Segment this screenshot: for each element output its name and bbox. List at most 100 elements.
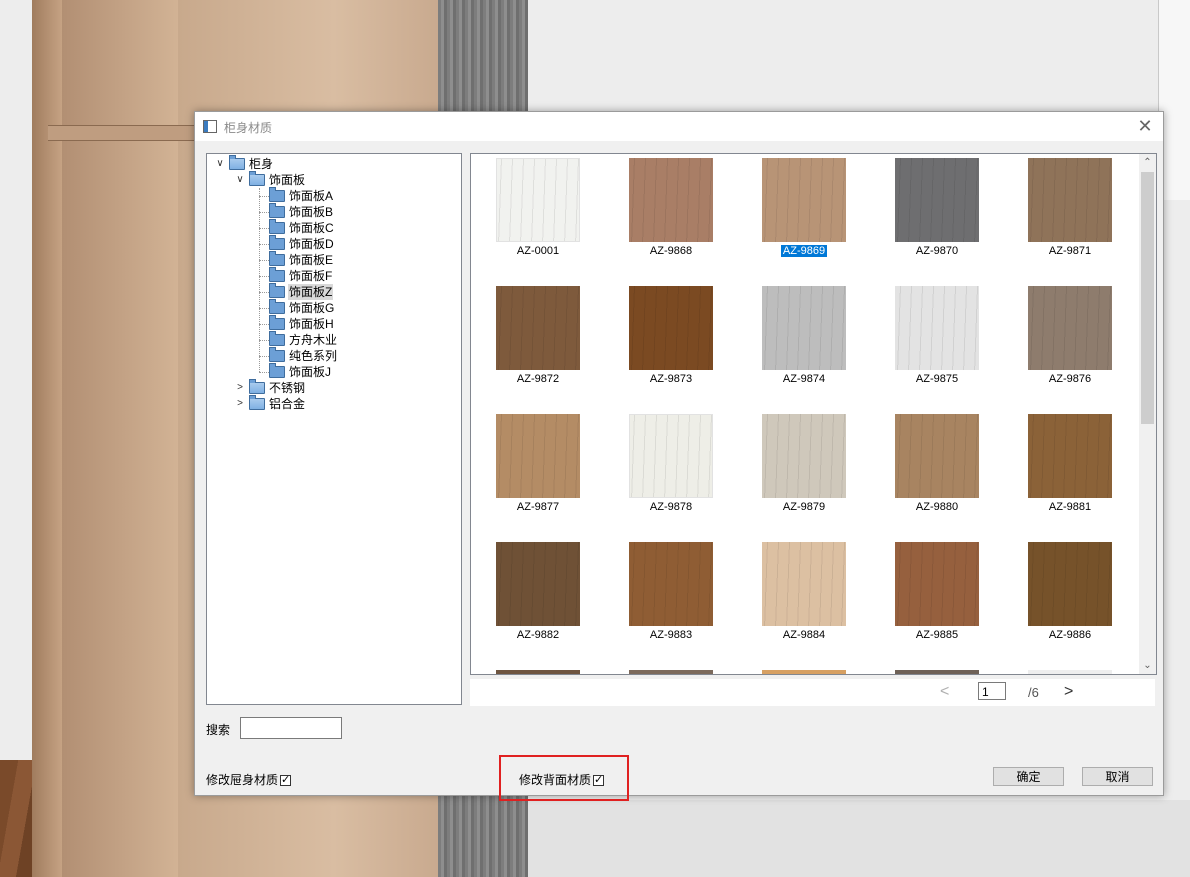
material-swatch[interactable] — [629, 542, 713, 626]
material-tile[interactable]: AZ-9870 — [877, 154, 997, 272]
material-swatch[interactable] — [762, 414, 846, 498]
collapse-toggle-icon[interactable]: > — [235, 380, 245, 396]
tree-node-label: 柜身 — [249, 157, 274, 171]
material-code-label: AZ-9879 — [744, 501, 864, 513]
material-swatch[interactable] — [895, 542, 979, 626]
material-tile[interactable]: AZ-9873 — [611, 282, 731, 400]
tree-node-child-5[interactable]: 饰面板F — [207, 267, 459, 284]
tree-node-label: 饰面板A — [289, 189, 334, 203]
material-tile[interactable]: AZ-9875 — [877, 282, 997, 400]
material-tile[interactable]: AZ-9868 — [611, 154, 731, 272]
material-code-label: AZ-0001 — [478, 245, 598, 257]
material-tile[interactable]: AZ-9869 — [744, 154, 864, 272]
material-tile[interactable]: AZ-9884 — [744, 538, 864, 656]
material-code-label: AZ-9870 — [877, 245, 997, 257]
grid-scrollbar[interactable]: ⌃ ⌄ — [1139, 154, 1156, 674]
material-tile[interactable]: AZ-9878 — [611, 410, 731, 528]
material-code-label: AZ-9873 — [611, 373, 731, 385]
tree-node-child-9[interactable]: 方舟木业 — [207, 331, 459, 348]
material-tile[interactable]: AZ-9874 — [744, 282, 864, 400]
material-swatch[interactable] — [629, 286, 713, 370]
material-swatch[interactable] — [895, 414, 979, 498]
material-swatch[interactable] — [895, 286, 979, 370]
material-swatch[interactable] — [762, 542, 846, 626]
tree-node-root[interactable]: ∨ 柜身 — [207, 155, 459, 172]
search-input[interactable] — [240, 717, 342, 739]
material-tile[interactable]: AZ-0001 — [478, 154, 598, 272]
tree-node-label: 不锈钢 — [269, 381, 306, 395]
tree-node-group1[interactable]: ∨ 饰面板 — [207, 171, 459, 188]
modify-body-option[interactable]: 修改屉身材质 — [206, 773, 292, 787]
tree-node-child-2[interactable]: 饰面板C — [207, 219, 459, 236]
material-tile[interactable]: AZ-9872 — [478, 282, 598, 400]
modify-body-checkbox[interactable] — [280, 773, 292, 787]
material-tile[interactable]: AZ-9877 — [478, 410, 598, 528]
tree-node-child-1[interactable]: 饰面板B — [207, 203, 459, 220]
tree-node-child-3[interactable]: 饰面板D — [207, 235, 459, 252]
material-tile[interactable]: AZ-9879 — [744, 410, 864, 528]
scroll-thumb[interactable] — [1141, 172, 1154, 424]
tree-node-child-10[interactable]: 纯色系列 — [207, 347, 459, 364]
material-code-label: AZ-9883 — [611, 629, 731, 641]
material-tile-partial[interactable] — [877, 666, 997, 674]
material-swatch[interactable] — [629, 414, 713, 498]
material-swatch[interactable] — [762, 286, 846, 370]
material-swatch[interactable] — [629, 158, 713, 242]
close-button[interactable]: ✕ — [1133, 115, 1157, 137]
material-tile[interactable]: AZ-9883 — [611, 538, 731, 656]
tree-node-child-8[interactable]: 饰面板H — [207, 315, 459, 332]
material-swatch[interactable] — [629, 670, 713, 674]
tree-node-child-6[interactable]: 饰面板Z — [207, 283, 459, 300]
material-swatch[interactable] — [496, 286, 580, 370]
tree-connector — [259, 372, 269, 373]
material-tile[interactable]: AZ-9880 — [877, 410, 997, 528]
material-tile[interactable]: AZ-9885 — [877, 538, 997, 656]
expand-toggle-icon[interactable]: ∨ — [235, 172, 245, 188]
tree-node-group3[interactable]: > 铝合金 — [207, 395, 459, 412]
material-tile-partial[interactable] — [1010, 666, 1130, 674]
material-tile[interactable]: AZ-9876 — [1010, 282, 1130, 400]
material-tile[interactable]: AZ-9871 — [1010, 154, 1130, 272]
material-swatch[interactable] — [1028, 670, 1112, 674]
material-tile-partial[interactable] — [744, 666, 864, 674]
material-tile[interactable]: AZ-9886 — [1010, 538, 1130, 656]
scroll-down-icon[interactable]: ⌄ — [1139, 657, 1156, 674]
material-tile[interactable]: AZ-9881 — [1010, 410, 1130, 528]
tree-node-child-11[interactable]: 饰面板J — [207, 363, 459, 380]
page-number-input[interactable]: 1 — [978, 682, 1006, 700]
folder-icon — [269, 283, 285, 298]
category-tree[interactable]: ∨ 柜身 ∨ 饰面板 饰面板A 饰面板B 饰面板C 饰面板D 饰面板E 饰面板F 饰面板Z 饰面板G 饰… — [206, 153, 462, 705]
material-swatch[interactable] — [895, 158, 979, 242]
cancel-button[interactable]: 取消 — [1082, 767, 1153, 786]
material-swatch[interactable] — [1028, 414, 1112, 498]
folder-icon — [269, 267, 285, 282]
material-swatch[interactable] — [496, 414, 580, 498]
material-swatch[interactable] — [762, 670, 846, 674]
scroll-up-icon[interactable]: ⌃ — [1139, 154, 1156, 171]
tree-node-child-4[interactable]: 饰面板E — [207, 251, 459, 268]
material-swatch[interactable] — [895, 670, 979, 674]
material-tile-partial[interactable] — [478, 666, 598, 674]
tree-node-group2[interactable]: > 不锈钢 — [207, 379, 459, 396]
material-code: AZ-9872 — [516, 373, 560, 385]
material-swatch[interactable] — [496, 542, 580, 626]
material-code: AZ-9876 — [1048, 373, 1092, 385]
material-swatch[interactable] — [496, 670, 580, 674]
material-code: AZ-9883 — [649, 629, 693, 641]
tree-node-child-7[interactable]: 饰面板G — [207, 299, 459, 316]
tree-node-child-0[interactable]: 饰面板A — [207, 187, 459, 204]
folder-icon — [269, 235, 285, 250]
material-swatch[interactable] — [496, 158, 580, 242]
material-swatch[interactable] — [762, 158, 846, 242]
collapse-toggle-icon[interactable]: > — [235, 396, 245, 412]
material-swatch[interactable] — [1028, 286, 1112, 370]
material-tile-partial[interactable] — [611, 666, 731, 674]
material-swatch[interactable] — [1028, 158, 1112, 242]
material-code: AZ-9873 — [649, 373, 693, 385]
ok-button[interactable]: 确定 — [993, 767, 1064, 786]
next-page-button[interactable]: > — [1064, 683, 1073, 701]
material-swatch[interactable] — [1028, 542, 1112, 626]
material-tile[interactable]: AZ-9882 — [478, 538, 598, 656]
expand-toggle-icon[interactable]: ∨ — [215, 156, 225, 172]
prev-page-button[interactable]: < — [940, 683, 949, 701]
